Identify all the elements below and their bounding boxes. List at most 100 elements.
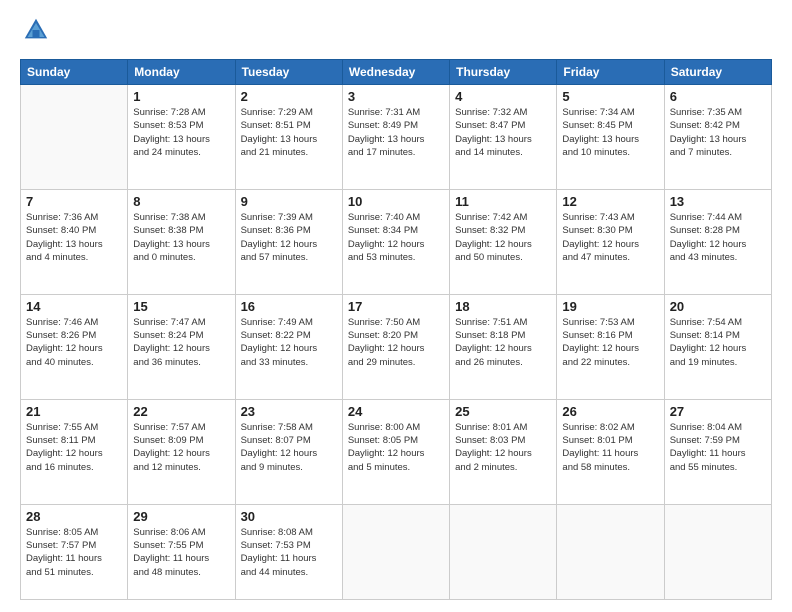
table-row: 19 Sunrise: 7:53 AM Sunset: 8:16 PM Dayli… bbox=[557, 294, 664, 399]
table-row: 27Sunrise: 8:04 AM Sunset: 7:59 PM Dayli… bbox=[664, 399, 771, 504]
calendar-header-row: Sunday Monday Tuesday Wednesday Thursday… bbox=[21, 60, 772, 85]
day-info: Sunrise: 8:04 AM Sunset: 7:59 PM Dayligh… bbox=[670, 421, 766, 474]
day-info: Sunrise: 7:39 AM Sunset: 8:36 PM Dayligh… bbox=[241, 211, 337, 264]
day-number: 18 bbox=[455, 299, 551, 314]
day-number: 19 bbox=[562, 299, 658, 314]
day-number: 10 bbox=[348, 194, 444, 209]
table-row: 10 Sunrise: 7:40 AM Sunset: 8:34 PM Dayli… bbox=[342, 189, 449, 294]
table-row bbox=[450, 504, 557, 599]
day-info: Sunrise: 8:08 AM Sunset: 7:53 PM Dayligh… bbox=[241, 526, 337, 579]
col-friday: Friday bbox=[557, 60, 664, 85]
logo-icon bbox=[22, 16, 50, 44]
day-number: 4 bbox=[455, 89, 551, 104]
table-row: 24 Sunrise: 8:00 AM Sunset: 8:05 PM Dayli… bbox=[342, 399, 449, 504]
table-row: 9 Sunrise: 7:39 AM Sunset: 8:36 PM Daylig… bbox=[235, 189, 342, 294]
table-row: 1 Sunrise: 7:28 AM Sunset: 8:53 PM Daylig… bbox=[128, 85, 235, 190]
day-info: Sunrise: 7:42 AM Sunset: 8:32 PM Dayligh… bbox=[455, 211, 551, 264]
table-row: 21 Sunrise: 7:55 AM Sunset: 8:11 PM Dayli… bbox=[21, 399, 128, 504]
day-info: Sunrise: 8:05 AM Sunset: 7:57 PM Dayligh… bbox=[26, 526, 122, 579]
day-info: Sunrise: 7:51 AM Sunset: 8:18 PM Dayligh… bbox=[455, 316, 551, 369]
day-info: Sunrise: 7:47 AM Sunset: 8:24 PM Dayligh… bbox=[133, 316, 229, 369]
day-number: 3 bbox=[348, 89, 444, 104]
day-number: 25 bbox=[455, 404, 551, 419]
day-number: 11 bbox=[455, 194, 551, 209]
day-info: Sunrise: 7:34 AM Sunset: 8:45 PM Dayligh… bbox=[562, 106, 658, 159]
table-row: 11 Sunrise: 7:42 AM Sunset: 8:32 PM Dayli… bbox=[450, 189, 557, 294]
day-info: Sunrise: 7:54 AM Sunset: 8:14 PM Dayligh… bbox=[670, 316, 766, 369]
day-info: Sunrise: 7:46 AM Sunset: 8:26 PM Dayligh… bbox=[26, 316, 122, 369]
day-number: 7 bbox=[26, 194, 122, 209]
table-row: 28 Sunrise: 8:05 AM Sunset: 7:57 PM Dayli… bbox=[21, 504, 128, 599]
table-row: 6Sunrise: 7:35 AM Sunset: 8:42 PM Daylig… bbox=[664, 85, 771, 190]
day-number: 9 bbox=[241, 194, 337, 209]
day-number: 23 bbox=[241, 404, 337, 419]
day-number: 28 bbox=[26, 509, 122, 524]
day-number: 20 bbox=[670, 299, 766, 314]
table-row: 16 Sunrise: 7:49 AM Sunset: 8:22 PM Dayli… bbox=[235, 294, 342, 399]
table-row: 20 Sunrise: 7:54 AM Sunset: 8:14 PM Dayli… bbox=[664, 294, 771, 399]
table-row: 4 Sunrise: 7:32 AM Sunset: 8:47 PM Daylig… bbox=[450, 85, 557, 190]
table-row: 22Sunrise: 7:57 AM Sunset: 8:09 PM Dayli… bbox=[128, 399, 235, 504]
table-row: 5 Sunrise: 7:34 AM Sunset: 8:45 PM Daylig… bbox=[557, 85, 664, 190]
table-row: 17 Sunrise: 7:50 AM Sunset: 8:20 PM Dayli… bbox=[342, 294, 449, 399]
day-info: Sunrise: 7:43 AM Sunset: 8:30 PM Dayligh… bbox=[562, 211, 658, 264]
logo bbox=[20, 16, 52, 49]
day-info: Sunrise: 8:00 AM Sunset: 8:05 PM Dayligh… bbox=[348, 421, 444, 474]
day-info: Sunrise: 8:02 AM Sunset: 8:01 PM Dayligh… bbox=[562, 421, 658, 474]
day-info: Sunrise: 8:06 AM Sunset: 7:55 PM Dayligh… bbox=[133, 526, 229, 579]
day-number: 21 bbox=[26, 404, 122, 419]
day-info: Sunrise: 7:31 AM Sunset: 8:49 PM Dayligh… bbox=[348, 106, 444, 159]
day-info: Sunrise: 7:40 AM Sunset: 8:34 PM Dayligh… bbox=[348, 211, 444, 264]
day-number: 12 bbox=[562, 194, 658, 209]
day-number: 16 bbox=[241, 299, 337, 314]
day-number: 2 bbox=[241, 89, 337, 104]
col-monday: Monday bbox=[128, 60, 235, 85]
day-number: 26 bbox=[562, 404, 658, 419]
col-tuesday: Tuesday bbox=[235, 60, 342, 85]
page: Sunday Monday Tuesday Wednesday Thursday… bbox=[0, 0, 792, 612]
table-row: 26 Sunrise: 8:02 AM Sunset: 8:01 PM Dayli… bbox=[557, 399, 664, 504]
day-number: 1 bbox=[133, 89, 229, 104]
table-row: 7 Sunrise: 7:36 AM Sunset: 8:40 PM Daylig… bbox=[21, 189, 128, 294]
day-info: Sunrise: 8:01 AM Sunset: 8:03 PM Dayligh… bbox=[455, 421, 551, 474]
table-row: 18 Sunrise: 7:51 AM Sunset: 8:18 PM Dayli… bbox=[450, 294, 557, 399]
day-info: Sunrise: 7:35 AM Sunset: 8:42 PM Dayligh… bbox=[670, 106, 766, 159]
table-row: 15 Sunrise: 7:47 AM Sunset: 8:24 PM Dayli… bbox=[128, 294, 235, 399]
day-number: 13 bbox=[670, 194, 766, 209]
table-row: 13 Sunrise: 7:44 AM Sunset: 8:28 PM Dayli… bbox=[664, 189, 771, 294]
day-number: 8 bbox=[133, 194, 229, 209]
header bbox=[20, 16, 772, 49]
day-number: 17 bbox=[348, 299, 444, 314]
col-saturday: Saturday bbox=[664, 60, 771, 85]
table-row: 2 Sunrise: 7:29 AM Sunset: 8:51 PM Daylig… bbox=[235, 85, 342, 190]
day-info: Sunrise: 7:49 AM Sunset: 8:22 PM Dayligh… bbox=[241, 316, 337, 369]
day-info: Sunrise: 7:44 AM Sunset: 8:28 PM Dayligh… bbox=[670, 211, 766, 264]
col-wednesday: Wednesday bbox=[342, 60, 449, 85]
day-number: 29 bbox=[133, 509, 229, 524]
table-row: 23Sunrise: 7:58 AM Sunset: 8:07 PM Dayli… bbox=[235, 399, 342, 504]
day-info: Sunrise: 7:28 AM Sunset: 8:53 PM Dayligh… bbox=[133, 106, 229, 159]
day-number: 15 bbox=[133, 299, 229, 314]
day-info: Sunrise: 7:50 AM Sunset: 8:20 PM Dayligh… bbox=[348, 316, 444, 369]
table-row: 30Sunrise: 8:08 AM Sunset: 7:53 PM Dayli… bbox=[235, 504, 342, 599]
day-number: 14 bbox=[26, 299, 122, 314]
day-info: Sunrise: 7:36 AM Sunset: 8:40 PM Dayligh… bbox=[26, 211, 122, 264]
day-number: 24 bbox=[348, 404, 444, 419]
day-info: Sunrise: 7:32 AM Sunset: 8:47 PM Dayligh… bbox=[455, 106, 551, 159]
table-row: 29 Sunrise: 8:06 AM Sunset: 7:55 PM Dayli… bbox=[128, 504, 235, 599]
table-row: 12 Sunrise: 7:43 AM Sunset: 8:30 PM Dayli… bbox=[557, 189, 664, 294]
table-row: 25 Sunrise: 8:01 AM Sunset: 8:03 PM Dayli… bbox=[450, 399, 557, 504]
table-row bbox=[342, 504, 449, 599]
day-info: Sunrise: 7:29 AM Sunset: 8:51 PM Dayligh… bbox=[241, 106, 337, 159]
col-sunday: Sunday bbox=[21, 60, 128, 85]
day-info: Sunrise: 7:53 AM Sunset: 8:16 PM Dayligh… bbox=[562, 316, 658, 369]
day-info: Sunrise: 7:55 AM Sunset: 8:11 PM Dayligh… bbox=[26, 421, 122, 474]
day-number: 22 bbox=[133, 404, 229, 419]
day-number: 5 bbox=[562, 89, 658, 104]
table-row: 14 Sunrise: 7:46 AM Sunset: 8:26 PM Dayli… bbox=[21, 294, 128, 399]
table-row bbox=[557, 504, 664, 599]
table-row: 3 Sunrise: 7:31 AM Sunset: 8:49 PM Daylig… bbox=[342, 85, 449, 190]
table-row: 8Sunrise: 7:38 AM Sunset: 8:38 PM Daylig… bbox=[128, 189, 235, 294]
table-row bbox=[21, 85, 128, 190]
table-row bbox=[664, 504, 771, 599]
